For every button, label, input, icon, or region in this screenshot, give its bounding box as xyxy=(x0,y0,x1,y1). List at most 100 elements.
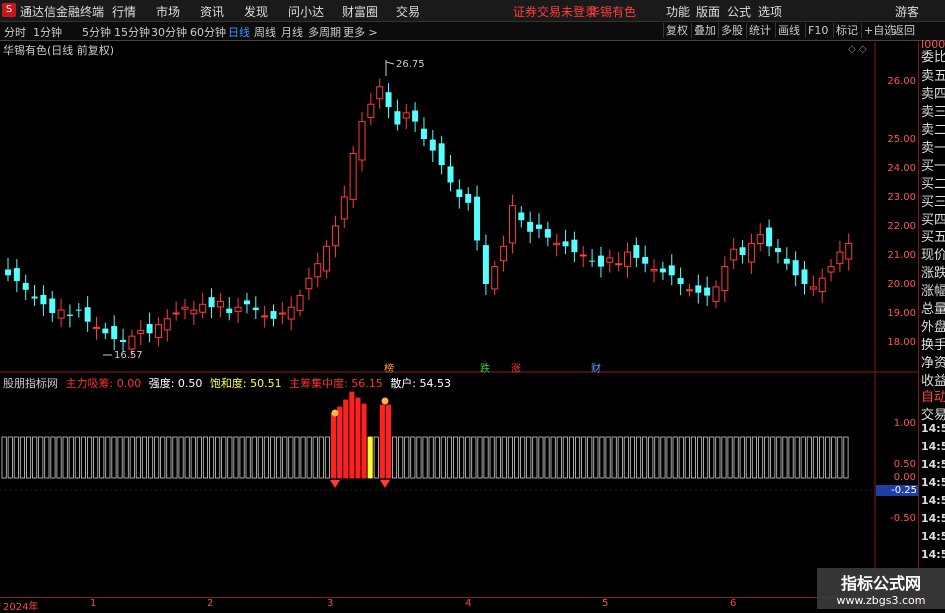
indicator-field-concentration: 主筹集中度: 56.15 xyxy=(289,377,383,390)
tick-time: 14:56 xyxy=(921,548,945,561)
indicator-bar xyxy=(7,436,13,479)
event-marker-finance[interactable]: 财 xyxy=(591,360,601,375)
candle-body xyxy=(111,326,118,340)
candle-body xyxy=(721,266,729,292)
quote-label: 涨跌 xyxy=(921,266,945,281)
indicator-bar xyxy=(758,436,764,479)
trade-label[interactable]: 交易 xyxy=(921,404,945,423)
candle-body xyxy=(376,86,384,100)
time-tick: 4 xyxy=(465,598,472,609)
indicator-bar xyxy=(361,403,367,479)
candle-body xyxy=(695,285,702,293)
indicator-bar xyxy=(825,436,831,479)
indicator-bar xyxy=(721,436,727,479)
time-tick: 2 xyxy=(207,598,214,609)
candle-body xyxy=(13,268,20,282)
event-marker-limit-down[interactable]: 跌 xyxy=(480,360,490,375)
auto-trade-label[interactable]: 自动 xyxy=(921,386,945,405)
hand-icon-2 xyxy=(381,397,389,405)
indicator-bar xyxy=(782,436,788,479)
indicator-bar xyxy=(794,436,800,479)
indicator-bar xyxy=(300,436,306,479)
indicator-bar xyxy=(19,436,25,479)
indicator-bar xyxy=(227,436,233,479)
indicator-bar xyxy=(239,436,245,479)
indicator-bar xyxy=(428,436,434,479)
watermark-title: 指标公式网 xyxy=(840,574,921,593)
indicator-bar xyxy=(806,436,812,479)
candle-body xyxy=(137,329,145,335)
indicator-bar xyxy=(269,436,276,479)
indicator-bar xyxy=(367,436,373,479)
candle-body xyxy=(146,324,153,334)
candle-body xyxy=(650,269,658,272)
high-price-label: 26.75 xyxy=(396,59,425,70)
tick-time: 14:56 xyxy=(921,512,945,525)
indicator-bar xyxy=(422,436,428,479)
event-marker-rank[interactable]: 榜 xyxy=(384,360,394,375)
indicator-bar xyxy=(623,436,629,479)
indicator-field-retail: 散户: 54.53 xyxy=(390,377,452,390)
indicator-bar xyxy=(349,391,355,479)
quote-side-panel: I000 委比 卖五 卖四 卖三 卖二 卖一 买一 买二 买三 买四 买五 现价… xyxy=(918,38,945,609)
candle-body xyxy=(429,139,436,151)
high-marker xyxy=(385,60,395,76)
candle-body xyxy=(402,112,410,119)
indicator-bar xyxy=(50,436,56,479)
quote-label: 卖二 xyxy=(921,123,945,138)
quote-label: 总量 xyxy=(921,302,945,317)
price-tick: 19.00 xyxy=(887,308,916,319)
indicator-bar xyxy=(123,436,129,479)
indicator-bar xyxy=(446,436,452,479)
candle-body xyxy=(827,266,835,273)
watermark-logo: 指标公式网 www.zbgs3.com xyxy=(817,568,945,609)
chart-settings-icons[interactable]: ◇ ◇ xyxy=(848,44,867,55)
price-tick: 18.00 xyxy=(887,337,916,348)
indicator-name[interactable]: 股朋指标网 xyxy=(3,377,58,390)
candle-body xyxy=(747,242,755,263)
tick-time: 14:56 xyxy=(921,494,945,507)
low-price-label: 16.57 xyxy=(114,350,143,361)
candle-body xyxy=(331,225,339,247)
candle-body xyxy=(181,306,189,310)
candle-body xyxy=(420,128,427,139)
tick-time: 14:56 xyxy=(921,440,945,453)
kline-chart[interactable] xyxy=(0,0,945,609)
candle-body xyxy=(243,300,250,305)
indicator-bar xyxy=(221,436,227,479)
indicator-tick: 0.00 xyxy=(893,472,916,483)
quote-label: 涨幅 xyxy=(921,284,945,299)
candle-body xyxy=(685,289,693,292)
indicator-header: 股朋指标网 主力吸筹: 0.00 强度: 0.50 饱和度: 50.51 主筹集… xyxy=(3,375,455,391)
indicator-bar xyxy=(25,436,32,479)
candle-body xyxy=(49,298,56,313)
candle-body xyxy=(615,263,623,266)
event-marker-limit-up[interactable]: 涨 xyxy=(511,360,521,375)
candle-body xyxy=(801,269,808,284)
tick-time: 14:56 xyxy=(921,476,945,489)
candle-body xyxy=(412,110,419,122)
indicator-bar xyxy=(812,436,818,479)
indicator-bar xyxy=(141,436,148,479)
indicator-bar xyxy=(697,436,703,479)
candle-body xyxy=(491,266,499,290)
candle-body xyxy=(766,227,773,247)
indicator-bar xyxy=(800,436,806,479)
time-tick: 3 xyxy=(327,598,334,609)
candle-body xyxy=(792,260,799,276)
indicator-bar xyxy=(745,436,751,479)
time-tick: 2024年 xyxy=(3,602,39,613)
indicator-bar xyxy=(550,436,556,479)
indicator-bar xyxy=(629,436,635,479)
candle-body xyxy=(668,265,675,276)
candle-body xyxy=(84,307,91,322)
candle-body xyxy=(216,300,224,308)
quote-label: 买五 xyxy=(921,230,945,245)
indicator-bar xyxy=(62,436,68,479)
candle-body xyxy=(845,242,853,260)
indicator-bar xyxy=(391,436,398,479)
indicator-bar xyxy=(251,436,257,479)
candle-body xyxy=(624,251,631,267)
indicator-bar xyxy=(599,436,605,479)
candle-body xyxy=(465,193,472,203)
